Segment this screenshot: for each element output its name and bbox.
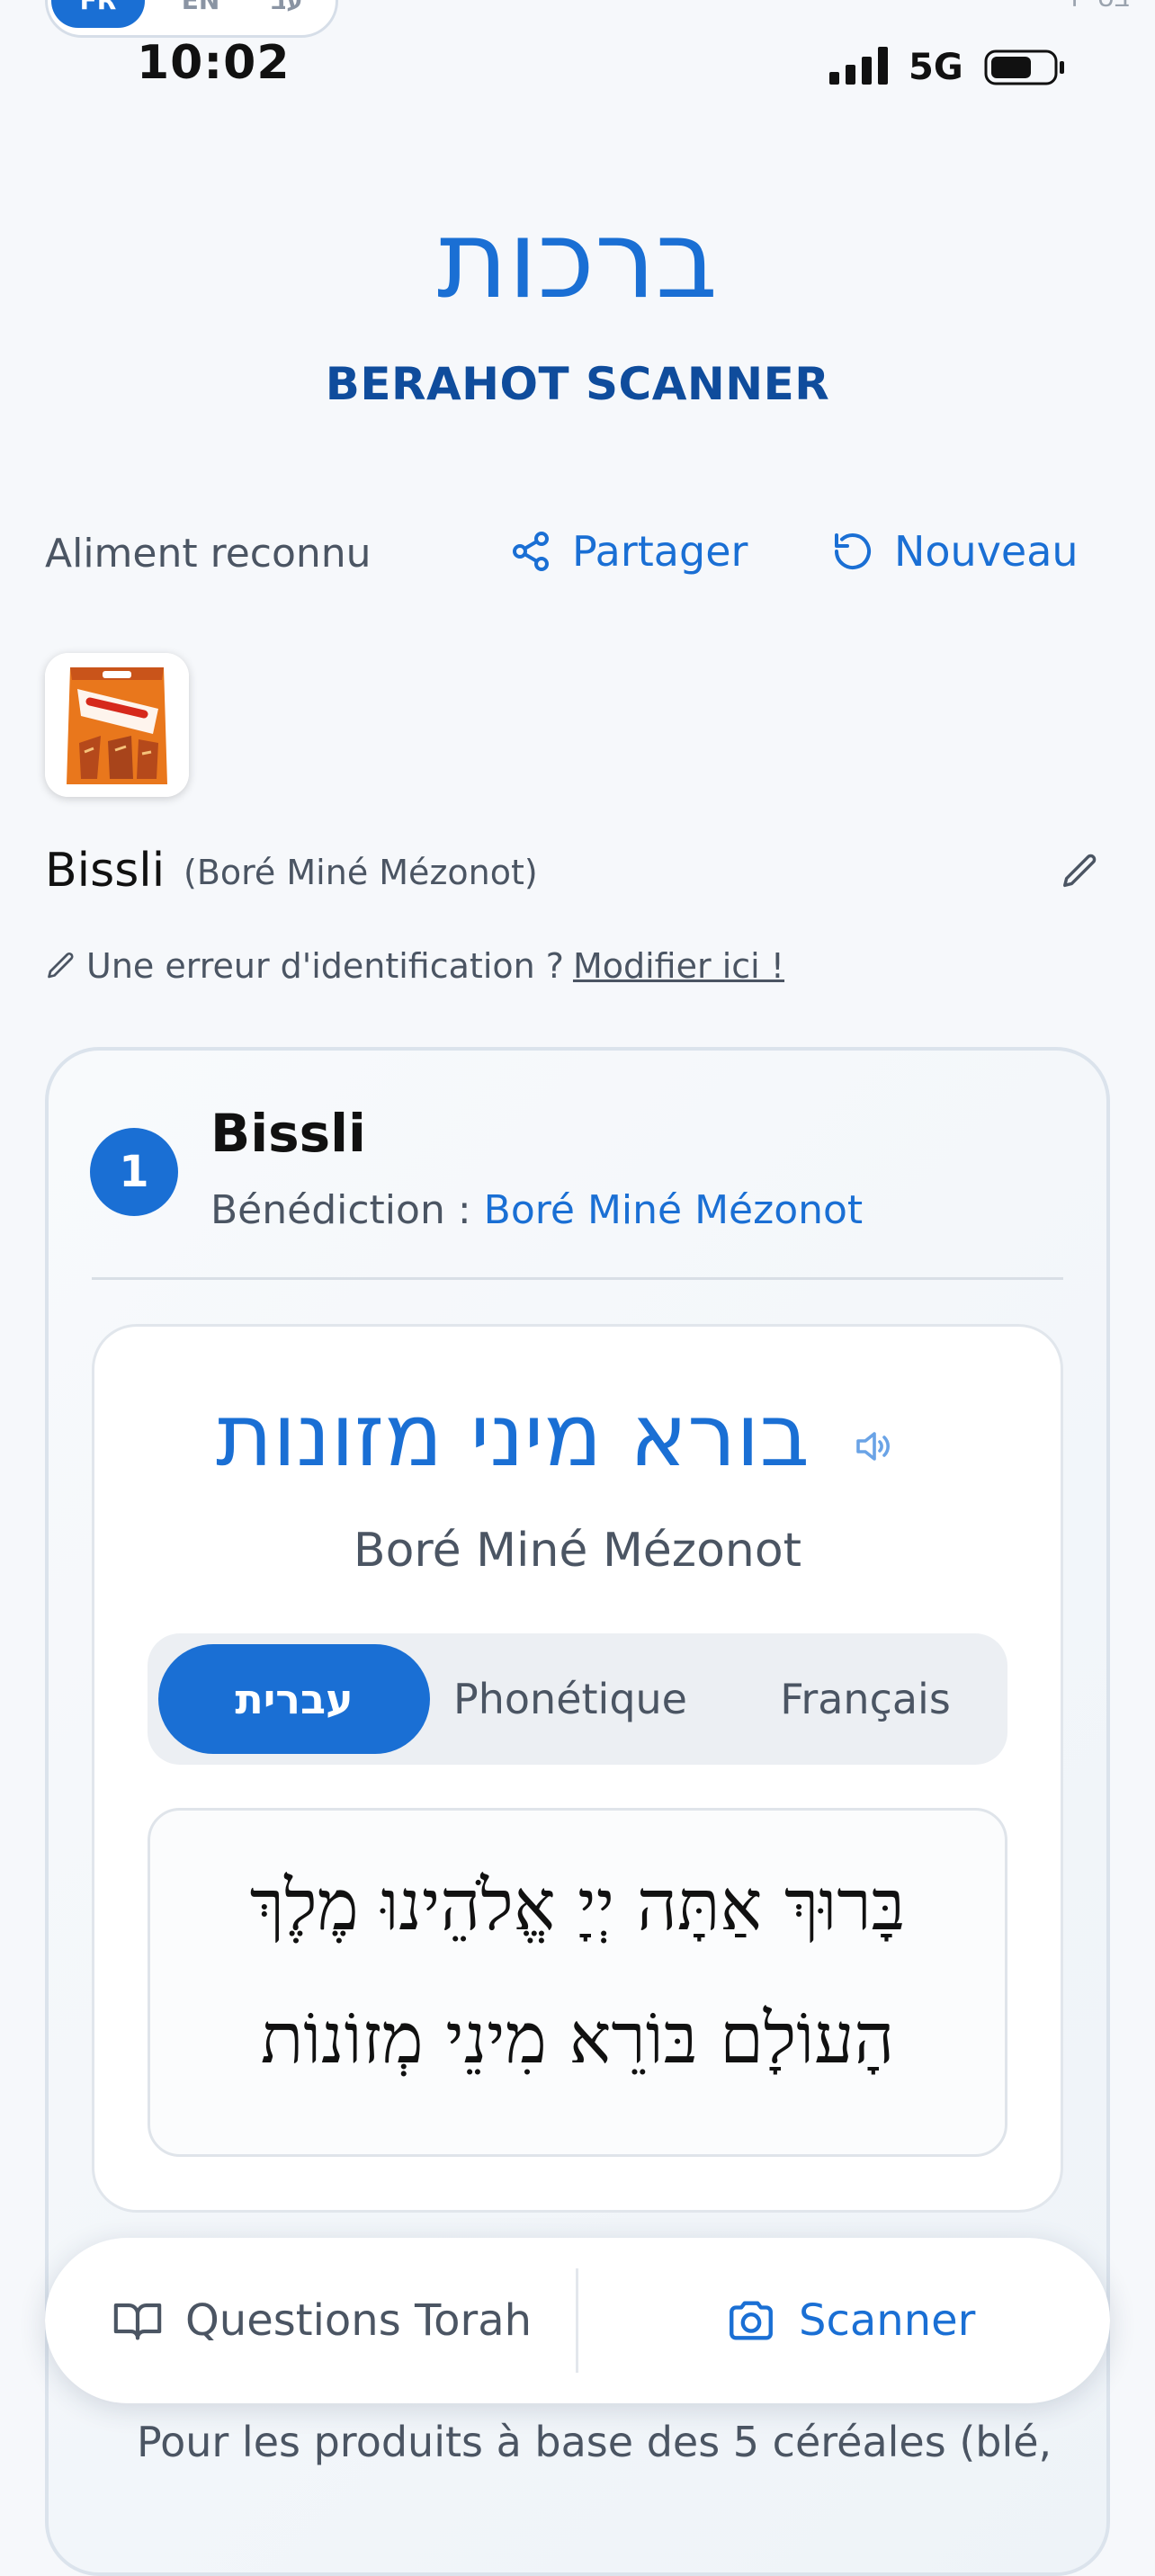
bissli-package-icon bbox=[45, 653, 189, 797]
new-scan-button[interactable]: Nouveau bbox=[831, 527, 1079, 576]
bracha-transliteration: Boré Miné Mézonot bbox=[353, 1524, 802, 1578]
tab-hebrew[interactable]: עברית bbox=[158, 1644, 430, 1754]
language-switcher: FR EN עב bbox=[45, 0, 338, 38]
modify-link[interactable]: Modifier ici ! bbox=[573, 946, 784, 986]
bottom-nav: Questions Torah Scanner bbox=[45, 2238, 1110, 2403]
product-name: Bissli bbox=[45, 844, 166, 898]
share-button[interactable]: Partager bbox=[509, 527, 748, 576]
lang-option-fr[interactable]: FR bbox=[51, 0, 145, 28]
refresh-icon bbox=[835, 533, 871, 570]
network-type: 5G bbox=[909, 47, 963, 88]
item-title: Bissli bbox=[210, 1103, 366, 1164]
camera-icon bbox=[730, 2301, 773, 2340]
recognized-label: Aliment reconnu bbox=[45, 531, 372, 577]
tab-french[interactable]: Français bbox=[730, 1644, 1000, 1754]
lang-option-en[interactable]: EN bbox=[165, 0, 237, 28]
divider bbox=[92, 1277, 1063, 1280]
new-label: Nouveau bbox=[894, 527, 1079, 576]
bracha-full-text-box bbox=[148, 1808, 1007, 2157]
scanner-label: Scanner bbox=[799, 2295, 976, 2346]
share-icon bbox=[513, 532, 549, 571]
battery-icon bbox=[984, 49, 1064, 85]
item-bracha: Bénédiction : Boré Miné Mézonot bbox=[210, 1187, 863, 1233]
nav-separator bbox=[576, 2268, 578, 2373]
bracha-text-line-2: הָעוֹלָם בּוֹרֵא מִינֵי מְזוֹנוֹת bbox=[260, 1999, 895, 2080]
app-subtitle: BERAHOT SCANNER bbox=[325, 358, 830, 410]
questions-torah-label: Questions Torah bbox=[185, 2295, 533, 2346]
item-number-badge: 1 bbox=[90, 1128, 178, 1216]
app-title-hebrew: ברכות bbox=[436, 198, 719, 323]
pencil-icon[interactable] bbox=[1060, 851, 1101, 892]
error-question: Une erreur d'identification ? bbox=[86, 946, 564, 986]
tab-phonetic[interactable]: Phonétique bbox=[417, 1644, 723, 1754]
language-tabs: Français Phonétique עברית bbox=[148, 1633, 1007, 1765]
lang-option-he[interactable]: עב bbox=[251, 0, 323, 28]
product-bracha-hint: (Boré Miné Mézonot) bbox=[184, 853, 538, 892]
questions-torah-button[interactable]: Questions Torah bbox=[112, 2238, 532, 2403]
share-label: Partager bbox=[572, 527, 748, 576]
bracha-hebrew-title: בורא מיני מזונות bbox=[216, 1385, 810, 1486]
status-time: 10:02 bbox=[137, 36, 291, 90]
identification-error-notice: Une erreur d'identification ? Modifier i… bbox=[45, 946, 784, 986]
bracha-text-line-1: בָּרוּךְ אַתָּה יְיָ אֱלֹהֵינוּ מֶלֶךְ bbox=[249, 1865, 906, 1946]
book-icon bbox=[113, 2303, 162, 2340]
bracha-explanation: Pour les produits à base des 5 céréales … bbox=[137, 2418, 1052, 2466]
corner-text: בס״ד bbox=[1064, 0, 1130, 13]
bracha-name: Boré Miné Mézonot bbox=[483, 1187, 864, 1233]
scanner-button[interactable]: Scanner bbox=[725, 2238, 975, 2403]
product-thumbnail[interactable] bbox=[45, 653, 189, 797]
signal-icon bbox=[829, 47, 888, 85]
speaker-icon[interactable] bbox=[851, 1425, 894, 1468]
bracha-prefix: Bénédiction : bbox=[210, 1187, 471, 1233]
pencil-small-icon bbox=[48, 952, 74, 979]
